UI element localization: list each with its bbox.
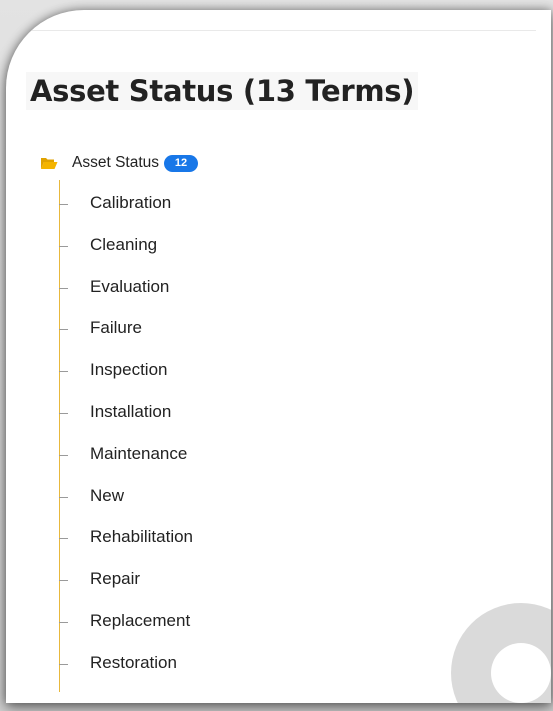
tree-item[interactable]: Evaluation: [59, 276, 193, 318]
tree-item[interactable]: Cleaning: [59, 234, 193, 276]
term-list: Calibration Cleaning Evaluation Failure …: [59, 192, 193, 694]
tree-item-label: Installation: [90, 401, 172, 421]
tree-branch-tick: [59, 245, 68, 247]
tree-item-label: Cleaning: [90, 234, 158, 254]
tree-item-label: Replacement: [90, 610, 191, 630]
term-count-badge: 12: [164, 154, 199, 172]
tree-branch-tick: [59, 287, 68, 289]
tree-item-label: Calibration: [90, 193, 172, 212]
page-title: Asset Status (13 Terms): [26, 72, 419, 110]
tree-branch-tick: [59, 454, 68, 456]
tree-item-label: Repair: [90, 569, 141, 589]
tree-branch-tick: [59, 538, 68, 540]
tree-item[interactable]: Restoration: [59, 652, 193, 694]
tree-root-label: Asset Status: [72, 154, 160, 171]
tree-item[interactable]: Calibration: [59, 192, 193, 234]
tree-branch-tick: [59, 496, 68, 498]
tree-item[interactable]: Failure: [59, 317, 193, 359]
tree-item[interactable]: New: [59, 485, 193, 527]
tree-item[interactable]: Rehabilitation: [59, 526, 193, 568]
tree-item-label: Failure: [90, 318, 142, 338]
folder-open-icon: [41, 158, 58, 169]
tree-branch-tick: [59, 329, 68, 331]
tree-item-label: Evaluation: [90, 276, 170, 296]
screenshot-stage: Asset Status (13 Terms) Asset Status 12 …: [0, 0, 553, 711]
tree-item-label: Restoration: [90, 652, 177, 672]
tree-item-label: Inspection: [90, 360, 168, 380]
tree-branch-tick: [59, 412, 68, 414]
tree-root-asset-status[interactable]: Asset Status 12: [40, 151, 199, 175]
tree-branch-tick: [59, 580, 68, 582]
tree-branch-tick: [59, 204, 68, 205]
tree-item-label: Maintenance: [90, 443, 188, 463]
tree-item[interactable]: Repair: [59, 568, 193, 610]
tree-branch-tick: [59, 621, 68, 623]
tree-item[interactable]: Maintenance: [59, 443, 193, 485]
tree-branch-tick: [59, 663, 68, 665]
tree-item-label: Rehabilitation: [90, 527, 194, 547]
tree-item[interactable]: Replacement: [59, 610, 193, 652]
tree-item[interactable]: Inspection: [59, 359, 193, 401]
tree-branch-tick: [59, 371, 68, 373]
tree-item[interactable]: Installation: [59, 401, 193, 443]
tree-item-label: New: [90, 485, 125, 505]
